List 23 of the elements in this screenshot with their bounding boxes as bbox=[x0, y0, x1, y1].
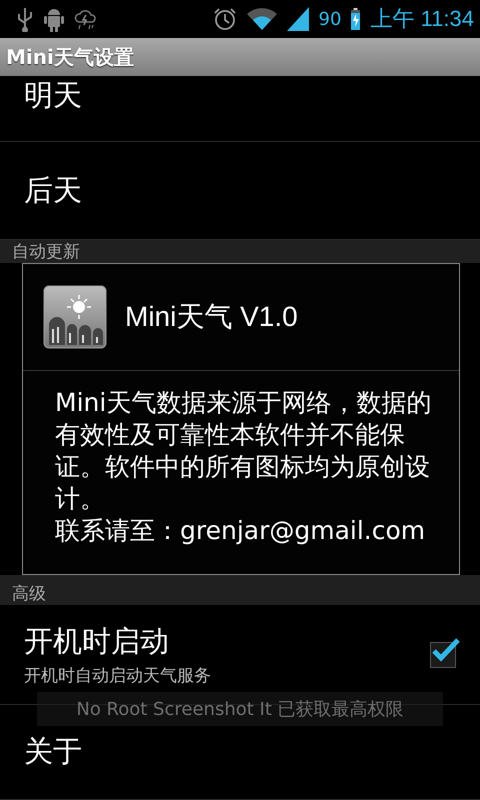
dialog-title: Mini天气 V1.0 bbox=[125, 300, 298, 334]
alarm-clock-icon bbox=[212, 7, 237, 31]
usb-icon bbox=[16, 6, 34, 32]
dialog-message: Mini天气数据来源于网络，数据的有效性及可靠性本软件并不能保证。软件中的所有图标均为原创设计。 bbox=[54, 387, 432, 515]
preference-title: 关于 bbox=[24, 733, 82, 770]
signal-icon bbox=[286, 7, 309, 31]
wifi-icon bbox=[246, 8, 277, 30]
battery-percent: 90 bbox=[318, 8, 342, 30]
storm-cloud-icon bbox=[74, 7, 98, 31]
category-header: 自动更新 bbox=[0, 240, 480, 263]
preference-summary: 开机时自动启动天气服务 bbox=[24, 665, 211, 687]
toast-message: No Root Screenshot It 已获取最高权限 bbox=[37, 692, 443, 726]
robot-icon bbox=[44, 6, 64, 32]
preference-title: 开机时启动 bbox=[24, 623, 170, 660]
battery-icon bbox=[351, 8, 360, 30]
dialog-message: 联系请至：grenjar@gmail.com bbox=[54, 515, 426, 547]
weather-app-icon bbox=[43, 285, 107, 349]
preference-item[interactable]: 明天 bbox=[0, 76, 480, 142]
window-title: Mini天气设置 bbox=[6, 44, 134, 70]
category-header: 高级 bbox=[0, 575, 480, 605]
clock-time: 上午 11:34 bbox=[370, 5, 474, 33]
preference-title: 明天 bbox=[24, 77, 82, 114]
preference-title: 后天 bbox=[24, 172, 82, 208]
